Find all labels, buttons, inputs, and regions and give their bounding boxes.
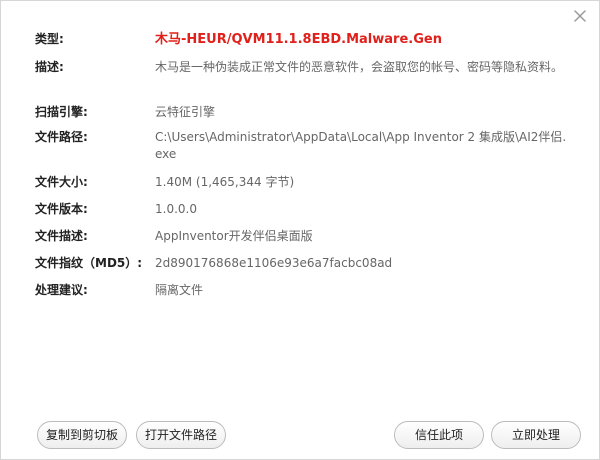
md5-value: 2d890176868e1106e93e6a7facbc08ad [155,256,393,270]
threat-details-dialog: 类型: 木马-HEUR/QVM11.1.8EBD.Malware.Gen 描述:… [0,0,600,460]
file-version-value: 1.0.0.0 [155,202,197,216]
open-file-path-button[interactable]: 打开文件路径 [136,421,226,449]
close-icon [574,10,586,22]
file-description-value: AppInventor开发伴侣桌面版 [155,229,313,243]
description-label: 描述: [35,60,64,74]
handle-now-button[interactable]: 立即处理 [491,421,581,449]
type-value: 木马-HEUR/QVM11.1.8EBD.Malware.Gen [155,32,442,47]
engine-value: 云特征引擎 [155,105,216,119]
copy-to-clipboard-button[interactable]: 复制到剪切板 [37,421,127,449]
file-description-label: 文件描述: [35,229,88,243]
file-path-value: C:\Users\Administrator\AppData\Local\App… [155,130,567,161]
suggestion-label: 处理建议: [35,283,88,297]
file-path-label: 文件路径: [35,130,88,144]
type-label: 类型: [35,32,64,46]
close-button[interactable] [569,5,591,27]
description-value: 木马是一种伪装成正常文件的恶意软件，会盗取您的帐号、密码等隐私资料。 [155,60,564,74]
file-size-value: 1.40M (1,465,344 字节) [155,175,295,189]
file-version-label: 文件版本: [35,202,88,216]
trust-item-button[interactable]: 信任此项 [394,421,484,449]
md5-label: 文件指纹（MD5）: [35,256,143,270]
file-size-label: 文件大小: [35,175,88,189]
suggestion-value: 隔离文件 [155,283,204,297]
engine-label: 扫描引擎: [35,105,88,119]
